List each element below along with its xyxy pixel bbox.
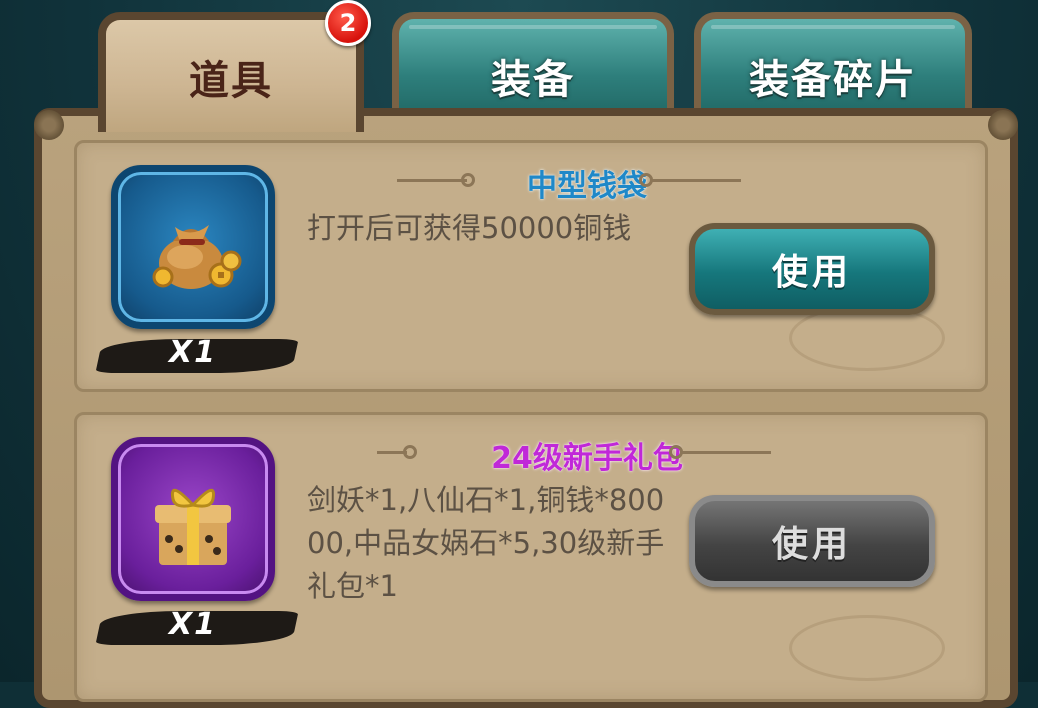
tab-highlight <box>409 25 657 29</box>
title-divider <box>681 451 771 454</box>
panel-corner-ornament <box>34 110 64 140</box>
use-button-label: 使用 <box>771 252 852 293</box>
tab-equipment-fragments[interactable]: 装备碎片 <box>694 12 972 122</box>
money-bag-icon <box>152 225 242 289</box>
use-button[interactable]: 使用 <box>689 223 935 315</box>
cloud-ornament <box>789 615 945 681</box>
item-description: 打开后可获得50000铜钱 <box>307 211 632 245</box>
panel-corner-ornament <box>988 110 1018 140</box>
use-button-label: 使用 <box>771 524 852 565</box>
list-item: X1 中型钱袋 打开后可获得50000铜钱 使用 <box>74 140 988 392</box>
item-description: 剑妖*1,八仙石*1,铜钱*80000,中品女娲石*5,30级新手礼包*1 <box>307 483 665 603</box>
tab-highlight <box>711 25 955 29</box>
tab-equipment-label: 装备 <box>491 57 575 103</box>
notification-badge: 2 <box>325 0 371 46</box>
title-divider <box>651 179 741 182</box>
item-name: 24级新手礼包 <box>491 441 683 476</box>
item-name: 中型钱袋 <box>527 169 647 204</box>
item-quantity: X1 <box>169 607 218 642</box>
tab-items-label: 道具 <box>189 58 273 104</box>
list-item: X1 24级新手礼包 剑妖*1,八仙石*1,铜钱*80000,中品女娲石*5,3… <box>74 412 988 702</box>
tab-equipment[interactable]: 装备 <box>392 12 674 122</box>
item-icon-frame[interactable] <box>111 165 275 329</box>
tab-equipment-fragments-label: 装备碎片 <box>749 57 917 103</box>
tab-items[interactable]: 道具 <box>98 12 364 132</box>
use-button-disabled[interactable]: 使用 <box>689 495 935 587</box>
item-icon-frame[interactable] <box>111 437 275 601</box>
gift-box-icon <box>155 488 231 565</box>
item-quantity: X1 <box>169 335 218 370</box>
